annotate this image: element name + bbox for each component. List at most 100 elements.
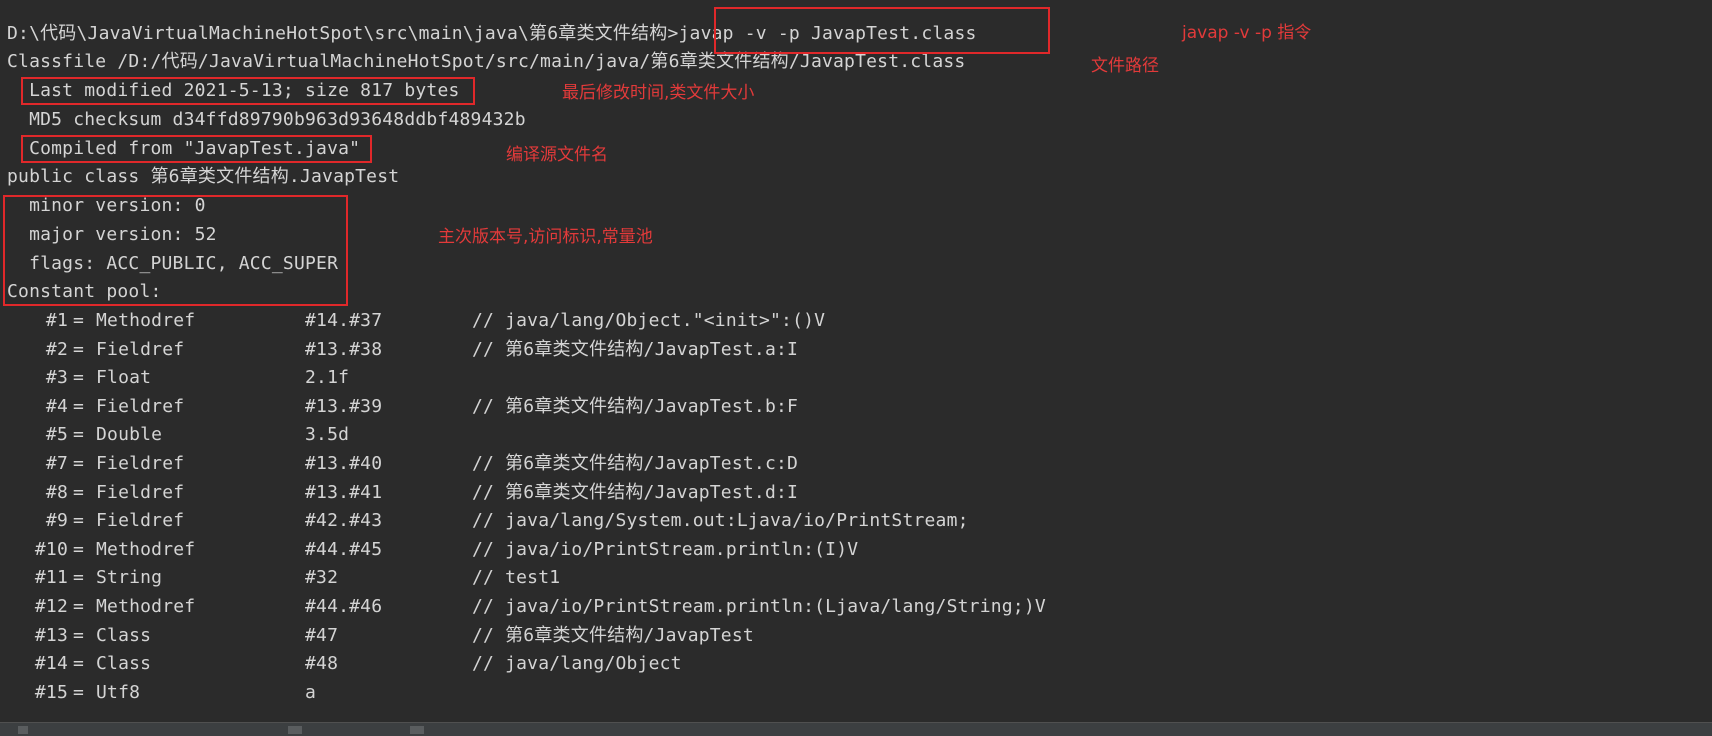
md5-line: MD5 checksum d34ffd89790b963d93648ddbf48… [7, 109, 526, 130]
cp-equals: = [73, 338, 85, 360]
constant-pool-row: #14 = Class #48 // java/lang/Object [0, 651, 1700, 677]
cp-comment: // java/lang/Object."<init>":()V [472, 310, 826, 331]
bottom-tab[interactable] [288, 726, 302, 734]
cp-equals: = [73, 538, 85, 560]
cp-reference: #44.#46 [305, 596, 383, 617]
cp-equals: = [73, 481, 85, 503]
cp-index: #8 [45, 481, 68, 503]
cp-index: #14 [34, 653, 68, 675]
cp-index: #2 [45, 338, 68, 360]
cp-type: Float [96, 367, 152, 389]
cp-equals: = [73, 424, 85, 446]
cp-comment: // 第6章类文件结构/JavapTest [472, 624, 754, 646]
cp-type: Fieldref [96, 338, 185, 360]
constant-pool-row: #15 = Utf8 a [0, 680, 1700, 706]
prompt-separator: > [667, 23, 679, 44]
cp-type: Methodref [96, 310, 196, 331]
cp-reference: #13.#41 [305, 481, 383, 503]
source-annotation: 编译源文件名 [506, 145, 608, 165]
cp-comment: // 第6章类文件结构/JavapTest.a:I [472, 338, 799, 360]
cp-index: #4 [45, 395, 68, 417]
cp-type: Fieldref [96, 453, 185, 474]
major-version-line: major version: 52 [7, 224, 217, 245]
cp-comment: // java/io/PrintStream.println:(I)V [472, 538, 859, 560]
cp-reference: #13.#39 [305, 395, 383, 417]
version-annotation: 主次版本号,访问标识,常量池 [438, 227, 653, 247]
cp-equals: = [73, 596, 85, 617]
cp-type: Class [96, 653, 152, 675]
cp-type: Fieldref [96, 395, 185, 417]
cp-reference: #48 [305, 653, 339, 675]
constant-pool-row: #11 = String #32 // test1 [0, 565, 1700, 591]
constant-pool-header: Constant pool: [7, 281, 162, 302]
cp-comment: // java/lang/System.out:Ljava/io/PrintSt… [472, 510, 969, 532]
path-annotation: 文件路径 [1091, 56, 1159, 76]
minor-version-line: minor version: 0 [7, 195, 206, 216]
prompt-path: D:\代码\JavaVirtualMachineHotSpot\src\main… [7, 23, 668, 44]
constant-pool-row: #5 = Double 3.5d [0, 422, 1700, 448]
cp-reference: #44.#45 [305, 538, 383, 560]
cp-type: Methodref [96, 596, 196, 617]
cp-equals: = [73, 453, 85, 474]
cp-index: #1 [45, 310, 68, 331]
constant-pool-row: #12 = Methodref #44.#46 // java/io/PrintStre… [0, 594, 1700, 620]
command-annotation: javap -v -p 指令 [1182, 23, 1312, 43]
cp-index: #11 [34, 567, 68, 589]
last-modified-line: Last modified 2021-5-13; size 817 bytes [7, 80, 460, 101]
cp-equals: = [73, 567, 85, 589]
cp-equals: = [73, 395, 85, 417]
bottom-tab[interactable] [18, 726, 28, 734]
cp-index: #9 [45, 510, 68, 532]
bottom-tool-bar [0, 722, 1712, 736]
cp-comment: // java/lang/Object [472, 653, 682, 675]
constant-pool-row: #3 = Float 2.1f [0, 365, 1700, 391]
cp-index: #7 [45, 453, 68, 474]
cp-type: Fieldref [96, 481, 185, 503]
cp-comment: // java/io/PrintStream.println:(Ljava/la… [472, 596, 1046, 617]
terminal-output[interactable]: D:\代码\JavaVirtualMachineHotSpot\src\main… [0, 0, 1712, 722]
cp-reference: 3.5d [305, 424, 350, 446]
cp-index: #10 [34, 538, 68, 560]
compiled-from-line: Compiled from "JavapTest.java" [7, 138, 361, 159]
flags-line: flags: ACC_PUBLIC, ACC_SUPER [7, 253, 339, 274]
cp-type: String [96, 567, 163, 589]
cp-equals: = [73, 681, 85, 703]
classfile-line: Classfile /D:/代码/JavaVirtualMachineHotSp… [7, 51, 966, 72]
constant-pool-row: #4 = Fieldref #13.#39 // 第6章类文件结构/JavapTest.… [0, 394, 1700, 420]
cp-type: Class [96, 624, 152, 646]
cp-reference: #32 [305, 567, 339, 589]
cp-equals: = [73, 653, 85, 675]
cp-comment: // 第6章类文件结构/JavapTest.b:F [472, 395, 799, 417]
constant-pool-row: #9 = Fieldref #42.#43 // java/lang/System.ou… [0, 508, 1700, 534]
class-declaration-line: public class 第6章类文件结构.JavapTest [7, 166, 400, 187]
cp-reference: #42.#43 [305, 510, 383, 532]
cp-reference: a [305, 681, 317, 703]
constant-pool-row: #1 = Methodref #14.#37 // java/lang/Object."… [0, 308, 1700, 334]
cp-comment: // test1 [472, 567, 561, 589]
prompt-line: D:\代码\JavaVirtualMachineHotSpot\src\main… [7, 21, 977, 47]
cp-equals: = [73, 510, 85, 532]
cp-comment: // 第6章类文件结构/JavapTest.c:D [472, 453, 799, 474]
modified-annotation: 最后修改时间,类文件大小 [562, 83, 755, 103]
constant-pool-row: #8 = Fieldref #13.#41 // 第6章类文件结构/JavapTest.… [0, 480, 1700, 506]
cp-index: #5 [45, 424, 68, 446]
cp-index: #3 [45, 367, 68, 389]
cp-type: Double [96, 424, 163, 446]
cp-type: Utf8 [96, 681, 141, 703]
constant-pool-row: #2 = Fieldref #13.#38 // 第6章类文件结构/JavapTest.… [0, 337, 1700, 363]
cp-reference: 2.1f [305, 367, 350, 389]
constant-pool-row: #10 = Methodref #44.#45 // java/io/PrintStre… [0, 537, 1700, 563]
cp-type: Methodref [96, 538, 196, 560]
cp-index: #15 [34, 681, 68, 703]
cp-reference: #13.#38 [305, 338, 383, 360]
cp-reference: #14.#37 [305, 310, 383, 331]
cp-reference: #13.#40 [305, 453, 383, 474]
cp-equals: = [73, 367, 85, 389]
cp-equals: = [73, 624, 85, 646]
bottom-tab[interactable] [410, 726, 424, 734]
cp-reference: #47 [305, 624, 339, 646]
command-text: javap -v -p JavapTest.class [678, 23, 977, 44]
cp-index: #12 [34, 596, 68, 617]
cp-type: Fieldref [96, 510, 185, 532]
cp-index: #13 [34, 624, 68, 646]
